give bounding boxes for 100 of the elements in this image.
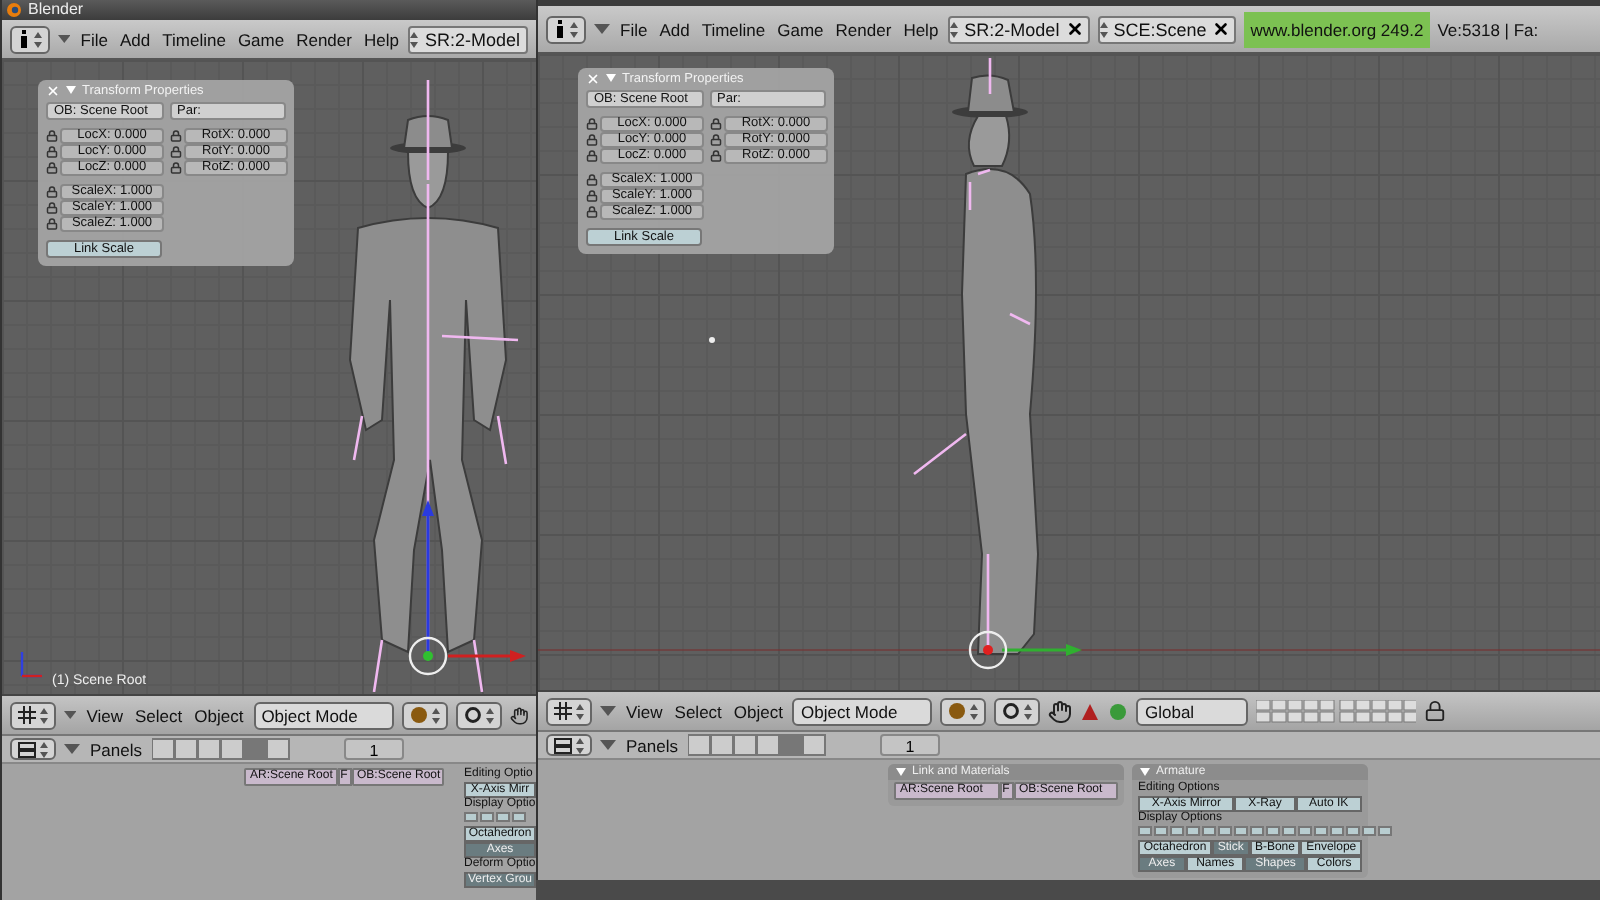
lock-icon[interactable] [586,134,598,146]
lock-icon[interactable] [46,218,58,230]
screen-selector[interactable]: SCE:Scene [1097,15,1237,43]
orientation-dropdown[interactable]: Global [1136,697,1249,725]
updown-arrows-icon [1024,703,1033,719]
mode-dropdown[interactable]: Object Mode [253,701,394,729]
lock-icon[interactable] [170,146,182,158]
pivot-icon [463,706,482,724]
grid-icon [18,706,36,724]
close-icon[interactable] [1065,20,1084,38]
lock-icon[interactable] [586,174,598,186]
menu-item[interactable]: View [624,701,665,721]
updown-arrows-icon [570,21,578,37]
lock-icon[interactable] [170,162,182,174]
lock-icon[interactable] [586,150,598,162]
menu-item[interactable]: Panels [624,735,680,755]
close-icon[interactable] [1212,20,1231,38]
window-title: Blender [28,0,84,20]
menu-item[interactable]: Add [657,19,692,39]
menu-item[interactable]: Object [192,705,246,725]
updown-arrows-icon [576,703,584,719]
dropdown-arrow-icon[interactable] [58,34,71,44]
manipulator-widget[interactable] [968,630,1008,670]
editor-type-button[interactable] [546,734,592,756]
shading-button[interactable] [401,701,448,729]
updown-arrows-icon [1099,21,1108,37]
editor-type-button[interactable] [546,697,592,725]
lock-icon[interactable] [170,130,182,142]
menu-item[interactable]: Select [672,701,724,721]
shading-icon [948,702,967,720]
info-icon [18,30,30,48]
hand-icon[interactable] [1048,699,1073,723]
editor-type-button[interactable] [10,701,56,729]
pivot-button[interactable] [994,697,1041,725]
menu-item[interactable]: Help [361,29,401,49]
pivot-icon [1002,702,1021,720]
menu-item[interactable]: Add [118,29,153,49]
lock-icon[interactable] [710,118,722,130]
pivot-button[interactable] [455,701,502,729]
hand-icon[interactable] [509,703,528,727]
mode-dropdown[interactable]: Object Mode [792,697,933,725]
collapse-arrow-icon[interactable] [1140,768,1150,776]
menu-item[interactable]: View [84,705,125,725]
lock-icon[interactable] [710,134,722,146]
dropdown-arrow-icon[interactable] [64,710,77,720]
updown-arrows-icon [431,707,440,723]
shading-button[interactable] [940,697,987,725]
dropdown-arrow-icon[interactable] [600,706,616,716]
updown-arrows-icon [970,703,979,719]
menu-item[interactable]: Panels [88,739,144,759]
shading-icon [409,706,428,724]
lock-icon[interactable] [1424,700,1447,722]
updown-arrows-icon [576,737,584,753]
info-editor-button[interactable] [546,15,586,43]
menu-item[interactable]: Help [901,19,941,39]
lock-icon[interactable] [46,146,58,158]
menu-item[interactable]: Render [833,19,894,39]
page-spinner[interactable]: 1 [880,734,940,756]
updown-arrows-icon [410,31,419,47]
menu-item[interactable]: Game [235,29,287,49]
menu-item[interactable]: File [618,19,650,39]
page-spinner[interactable]: 1 [344,738,404,760]
scene-stats: Ve:5318 | Fa: [1437,19,1539,39]
menu-item[interactable]: Object [731,701,785,721]
lock-icon[interactable] [710,150,722,162]
axis-gizmo-icon [20,650,44,678]
updown-arrows-icon [40,741,48,757]
screen-selector[interactable]: SR:2-Model [948,15,1090,43]
screen-selector[interactable]: SR:2-Model [408,25,528,53]
lock-icon[interactable] [46,162,58,174]
collapse-arrow-icon[interactable] [606,74,616,82]
menu-item[interactable]: Game [775,19,826,39]
vertex-dot [709,337,715,343]
editor-type-button[interactable] [10,738,56,760]
lock-icon[interactable] [586,118,598,130]
bone-layer-toggles[interactable] [464,812,526,826]
manipulator-widget[interactable] [408,636,448,676]
lock-icon[interactable] [46,186,58,198]
dropdown-arrow-icon[interactable] [594,24,610,34]
dropdown-arrow-icon[interactable] [64,744,80,754]
y-axis-line[interactable] [1002,644,1082,656]
lock-icon[interactable] [586,206,598,218]
triangle-icon[interactable] [1080,701,1101,721]
dropdown-arrow-icon[interactable] [600,740,616,750]
bone-layer-toggles[interactable] [1138,826,1392,840]
menu-item[interactable]: Select [132,705,185,725]
menu-item[interactable]: File [78,29,110,49]
info-editor-button[interactable] [10,25,50,53]
menu-item[interactable]: Render [294,29,354,49]
collapse-arrow-icon[interactable] [66,86,76,94]
blender-logo-icon [6,2,22,18]
lock-icon[interactable] [46,130,58,142]
context-tabs-icon[interactable] [688,734,828,756]
collapse-arrow-icon[interactable] [896,768,906,776]
updown-arrows-icon [950,21,959,37]
context-tabs-icon[interactable] [152,738,292,760]
lock-icon[interactable] [586,190,598,202]
lock-icon[interactable] [46,202,58,214]
menu-item[interactable]: Timeline [699,19,768,39]
menu-item[interactable]: Timeline [160,29,228,49]
